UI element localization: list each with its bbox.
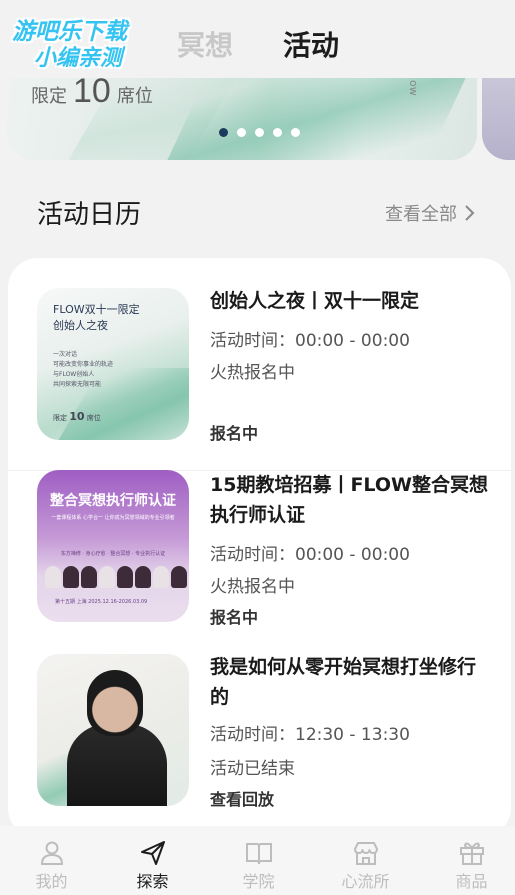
thumbnail-title: 整合冥想执行师认证: [50, 493, 176, 509]
nav-item-products[interactable]: 商品: [420, 826, 515, 895]
event-thumbnail[interactable]: FLOW双十一限定 创始人之夜 一次对话 可能改变你事业的轨迹 与FLOW创始人…: [37, 288, 189, 440]
person-figure: [117, 566, 133, 588]
thumbnail-subtitle-line: 共同探索无限可能: [53, 381, 102, 388]
thumbnail-limit-number: 10: [69, 410, 85, 423]
event-action-register[interactable]: 报名中: [210, 420, 258, 444]
carousel-dots: [219, 128, 300, 137]
watermark-logo: 游吧乐下载 小编亲测: [6, 8, 148, 71]
nav-item-mine[interactable]: 我的: [0, 826, 103, 895]
carousel-dot-active[interactable]: [219, 128, 228, 137]
person-figure: [63, 566, 79, 588]
banner-side-text: ow: [407, 80, 420, 96]
thumbnail-limit: 限定 10 席位: [53, 410, 101, 423]
event-thumbnail[interactable]: 整合冥想执行师认证 一套课程体系 心学合一 让你成为冥想领域的专业引领者 东方禅…: [37, 470, 189, 622]
thumbnail-subtitle-line: 与FLOW创始人: [53, 371, 95, 378]
nav-item-academy[interactable]: 学院: [207, 826, 310, 895]
section-title: 活动日历: [37, 200, 142, 230]
nav-label: 探索: [136, 872, 169, 891]
banner-limit-text: 限定 10 席位: [31, 78, 153, 111]
thumbnail-footer: 第十五期 上海 2025.12.16-2026.03.09: [55, 599, 148, 605]
thumbnail-title-line: FLOW双十一限定: [53, 303, 140, 316]
thumbnail-limit-suffix: 席位: [86, 414, 101, 422]
thumbnail-tagline: 东方禅修 · 身心疗愈 · 整合冥想 · 专业执行认证: [60, 551, 166, 557]
nav-item-explore[interactable]: 探索: [101, 826, 204, 895]
event-status: 活动已结束: [210, 759, 295, 779]
event-title[interactable]: 15期教培招募丨FLOW整合冥想执行师认证: [210, 470, 490, 530]
nav-label: 商品: [455, 872, 488, 891]
see-all-label: 查看全部: [385, 204, 457, 225]
event-action-replay[interactable]: 查看回放: [210, 786, 274, 810]
person-figure: [99, 566, 115, 588]
banner-carousel[interactable]: 限定 10 席位 ow: [7, 78, 477, 160]
thumbnail-title-line: 创始人之夜: [53, 319, 108, 332]
nav-label: 学院: [242, 872, 275, 891]
thumbnail-subtitle-line: 一次对话: [53, 351, 78, 358]
nav-label: 我的: [35, 872, 68, 891]
watermark-line-2: 小编亲测: [34, 46, 123, 71]
see-all-link[interactable]: 查看全部: [385, 200, 475, 226]
thumbnail-subtitle: 一套课程体系 心学合一 让你成为冥想领域的专业引领者: [51, 515, 175, 521]
portrait-body: [67, 724, 167, 806]
event-title[interactable]: 创始人之夜丨双十一限定: [210, 286, 490, 316]
bottom-navigation: 我的 探索 学院 心流所 商品: [0, 826, 515, 895]
event-action-register[interactable]: 报名中: [210, 604, 258, 628]
banner-decoration: [159, 78, 475, 160]
thumbnail-people: [45, 566, 187, 588]
event-status: 火热报名中: [210, 577, 295, 597]
carousel-dot[interactable]: [237, 128, 246, 137]
event-status: 火热报名中: [210, 363, 295, 383]
tab-activity[interactable]: 活动: [283, 24, 339, 64]
storefront-icon: [353, 842, 378, 865]
person-figure: [171, 566, 187, 588]
person-figure: [45, 566, 61, 588]
banner-limit-number: 10: [73, 78, 111, 110]
event-time: 活动时间：00:00 - 00:00: [210, 545, 410, 565]
nav-item-flow-store[interactable]: 心流所: [314, 826, 417, 895]
carousel-dot[interactable]: [291, 128, 300, 137]
banner-limit-prefix: 限定: [31, 86, 67, 107]
thumbnail-subtitle-line: 可能改变你事业的轨迹: [53, 361, 114, 368]
person-figure: [81, 566, 97, 588]
thumbnail-subtitle: 一次对话 可能改变你事业的轨迹 与FLOW创始人 共同探索无限可能: [53, 350, 113, 390]
event-time: 活动时间：12:30 - 13:30: [210, 725, 410, 745]
person-icon: [40, 841, 63, 865]
carousel-dot[interactable]: [273, 128, 282, 137]
banner-limit-suffix: 席位: [116, 86, 153, 107]
gift-icon: [459, 842, 484, 865]
carousel-dot[interactable]: [255, 128, 264, 137]
tab-meditation[interactable]: 冥想: [177, 24, 233, 64]
book-icon: [245, 843, 272, 865]
top-header: 游吧乐下载 小编亲测 冥想 活动: [0, 0, 515, 80]
chevron-right-icon: [465, 205, 475, 221]
event-title[interactable]: 我是如何从零开始冥想打坐修行的: [210, 652, 490, 712]
person-figure: [153, 566, 169, 588]
paper-plane-icon: [140, 841, 165, 865]
person-figure: [135, 566, 151, 588]
event-thumbnail[interactable]: [37, 654, 189, 806]
thumbnail-limit-prefix: 限定: [53, 414, 67, 422]
portrait-head: [87, 670, 143, 736]
nav-label: 心流所: [341, 872, 390, 891]
thumbnail-title: FLOW双十一限定 创始人之夜: [53, 302, 140, 334]
event-time: 活动时间：00:00 - 00:00: [210, 331, 410, 351]
banner-next-slide-peek[interactable]: [482, 78, 515, 160]
